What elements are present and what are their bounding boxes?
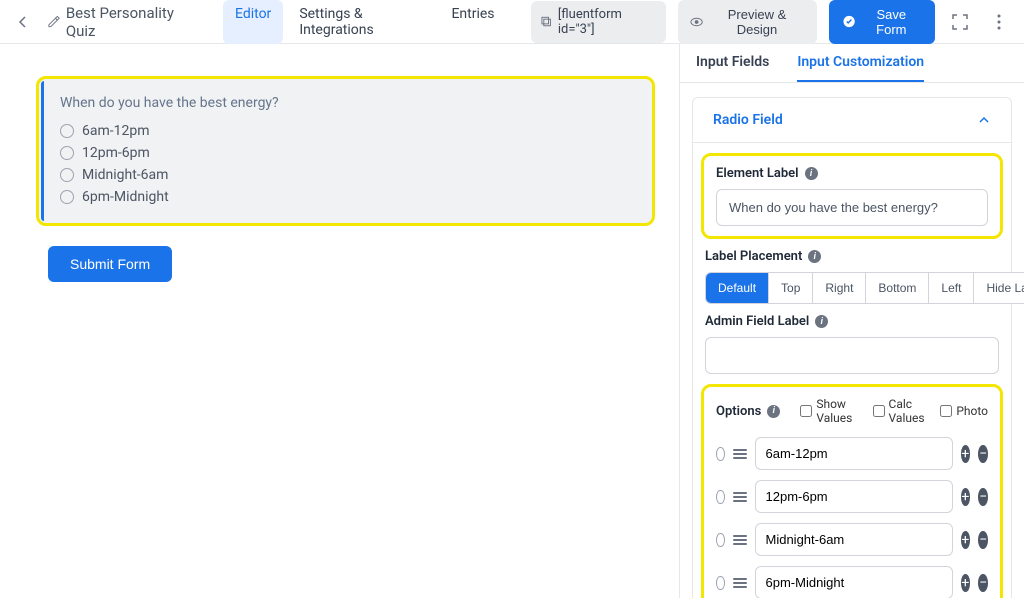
remove-option-button[interactable]: − bbox=[978, 445, 988, 463]
label-placement-label: Label Placement i bbox=[705, 249, 999, 264]
placement-top[interactable]: Top bbox=[769, 273, 813, 303]
sidebar: Input Fields Input Customization Radio F… bbox=[679, 44, 1024, 598]
info-icon[interactable]: i bbox=[808, 250, 821, 263]
dots-vertical-icon bbox=[997, 14, 1001, 30]
option-row: + − bbox=[716, 480, 988, 513]
radio-option[interactable]: 6pm-Midnight bbox=[60, 189, 634, 205]
photo-checkbox[interactable]: Photo bbox=[940, 404, 988, 418]
label-placement-group: Label Placement i Default Top Right Bott… bbox=[705, 249, 999, 304]
drag-handle-icon[interactable] bbox=[733, 578, 747, 588]
admin-label-label: Admin Field Label i bbox=[705, 314, 999, 329]
submit-button[interactable]: Submit Form bbox=[48, 246, 172, 282]
tab-input-customization[interactable]: Input Customization bbox=[797, 44, 924, 82]
eye-icon bbox=[690, 15, 703, 29]
show-values-checkbox[interactable]: Show Values bbox=[800, 397, 862, 425]
sidebar-tabs: Input Fields Input Customization bbox=[680, 44, 1024, 83]
chevron-up-icon bbox=[977, 113, 991, 127]
radio-icon bbox=[60, 146, 74, 160]
form-title-text: Best Personality Quiz bbox=[66, 4, 199, 40]
label-placement-buttons: Default Top Right Bottom Left Hide Label bbox=[705, 272, 1024, 304]
tab-settings[interactable]: Settings & Integrations bbox=[287, 0, 435, 44]
admin-label-group: Admin Field Label i bbox=[705, 314, 999, 374]
placement-right[interactable]: Right bbox=[813, 273, 866, 303]
form-title[interactable]: Best Personality Quiz bbox=[47, 4, 199, 40]
option-default-radio[interactable] bbox=[716, 533, 725, 547]
option-row: + − bbox=[716, 566, 988, 598]
radio-icon bbox=[60, 190, 74, 204]
option-label-input[interactable] bbox=[755, 523, 953, 556]
calc-values-checkbox[interactable]: Calc Values bbox=[873, 397, 931, 425]
top-bar: Best Personality Quiz Editor Settings & … bbox=[0, 0, 1024, 44]
info-icon[interactable]: i bbox=[767, 405, 780, 418]
placement-default[interactable]: Default bbox=[706, 273, 769, 303]
admin-label-input[interactable] bbox=[705, 337, 999, 374]
info-icon[interactable]: i bbox=[815, 315, 828, 328]
add-option-button[interactable]: + bbox=[961, 531, 971, 549]
copy-icon bbox=[541, 16, 552, 28]
element-label-input[interactable] bbox=[716, 189, 988, 226]
back-button[interactable] bbox=[12, 10, 35, 34]
chevron-left-icon bbox=[17, 16, 29, 28]
more-menu-button[interactable] bbox=[986, 8, 1012, 36]
option-row: + − bbox=[716, 437, 988, 470]
radio-options-list: 6am-12pm 12pm-6pm Midnight-6am 6pm-Midni… bbox=[60, 123, 634, 205]
option-row: + − bbox=[716, 523, 988, 556]
drag-handle-icon[interactable] bbox=[733, 492, 747, 502]
add-option-button[interactable]: + bbox=[961, 488, 971, 506]
fullscreen-button[interactable] bbox=[947, 8, 973, 36]
tab-editor[interactable]: Editor bbox=[223, 0, 283, 44]
radio-option[interactable]: 6am-12pm bbox=[60, 123, 634, 139]
option-rows: + − + − + − bbox=[716, 437, 988, 598]
option-label-input[interactable] bbox=[755, 566, 953, 598]
info-icon[interactable]: i bbox=[805, 167, 818, 180]
radio-field-panel-header[interactable]: Radio Field bbox=[692, 97, 1012, 143]
option-default-radio[interactable] bbox=[716, 490, 725, 504]
tab-input-fields[interactable]: Input Fields bbox=[696, 44, 769, 82]
drag-handle-icon[interactable] bbox=[733, 535, 747, 545]
option-default-radio[interactable] bbox=[716, 576, 725, 590]
panel-title: Radio Field bbox=[713, 112, 783, 128]
placement-hide[interactable]: Hide Label bbox=[974, 273, 1024, 303]
element-label-group: Element Label i bbox=[701, 153, 1003, 239]
add-option-button[interactable]: + bbox=[961, 445, 971, 463]
remove-option-button[interactable]: − bbox=[978, 531, 988, 549]
pencil-icon bbox=[47, 15, 60, 29]
field-question: When do you have the best energy? bbox=[60, 95, 634, 111]
options-header: Options i Show Values Calc Values Photo bbox=[716, 397, 988, 425]
expand-icon bbox=[952, 14, 968, 30]
check-circle-icon bbox=[843, 15, 855, 28]
radio-field-preview[interactable]: When do you have the best energy? 6am-12… bbox=[36, 76, 655, 226]
options-group: Options i Show Values Calc Values Photo … bbox=[701, 384, 1003, 598]
shortcode-text: [fluentform id="3"] bbox=[558, 7, 656, 37]
option-label-input[interactable] bbox=[755, 437, 953, 470]
add-option-button[interactable]: + bbox=[961, 574, 971, 592]
radio-icon bbox=[60, 168, 74, 182]
radio-option[interactable]: 12pm-6pm bbox=[60, 145, 634, 161]
placement-bottom[interactable]: Bottom bbox=[866, 273, 929, 303]
form-canvas: When do you have the best energy? 6am-12… bbox=[0, 44, 679, 598]
nav-tabs: Editor Settings & Integrations Entries bbox=[223, 0, 507, 44]
remove-option-button[interactable]: − bbox=[978, 488, 988, 506]
drag-handle-icon[interactable] bbox=[733, 449, 747, 459]
placement-left[interactable]: Left bbox=[929, 273, 974, 303]
shortcode-pill[interactable]: [fluentform id="3"] bbox=[531, 1, 666, 43]
preview-button[interactable]: Preview & Design bbox=[678, 0, 818, 44]
radio-option[interactable]: Midnight-6am bbox=[60, 167, 634, 183]
option-label-input[interactable] bbox=[755, 480, 953, 513]
radio-field-panel-body: Element Label i Label Placement i Defaul… bbox=[692, 143, 1012, 598]
radio-icon bbox=[60, 124, 74, 138]
element-label-label: Element Label i bbox=[716, 166, 988, 181]
option-default-radio[interactable] bbox=[716, 447, 725, 461]
tab-entries[interactable]: Entries bbox=[439, 0, 506, 44]
remove-option-button[interactable]: − bbox=[978, 574, 988, 592]
save-button[interactable]: Save Form bbox=[829, 0, 935, 44]
